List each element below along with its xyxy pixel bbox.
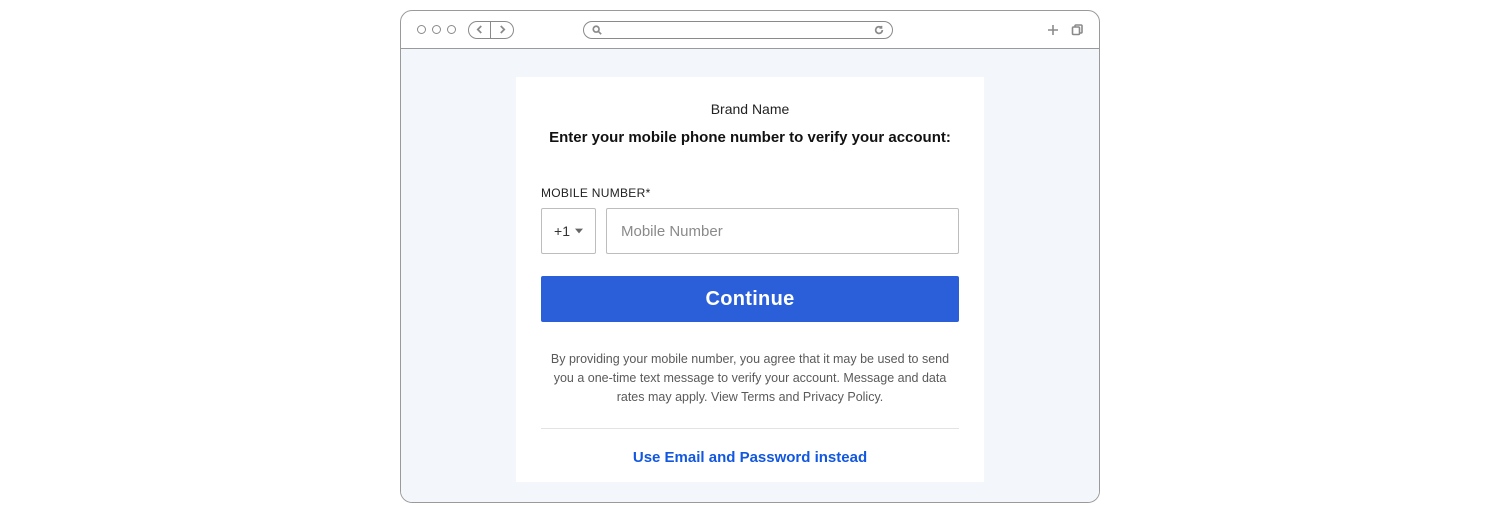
country-code-value: +1 (554, 223, 570, 239)
country-code-select[interactable]: +1 (541, 208, 596, 254)
brand-name: Brand Name (516, 101, 984, 117)
browser-chrome (401, 11, 1099, 49)
viewport: Brand Name Enter your mobile phone numbe… (401, 49, 1099, 502)
plus-icon[interactable] (1047, 24, 1059, 36)
card-heading: Enter your mobile phone number to verify… (516, 129, 984, 146)
url-bar[interactable] (583, 21, 893, 39)
continue-button[interactable]: Continue (541, 276, 959, 322)
divider (541, 428, 959, 429)
window-maximize-icon[interactable] (447, 25, 456, 34)
mobile-number-label: MOBILE NUMBER* (541, 186, 959, 200)
traffic-lights (417, 25, 456, 34)
legal-text: By providing your mobile number, you agr… (516, 350, 984, 428)
browser-window: Brand Name Enter your mobile phone numbe… (400, 10, 1100, 503)
nav-forward-button[interactable] (491, 22, 513, 38)
verify-card: Brand Name Enter your mobile phone numbe… (516, 77, 984, 482)
phone-form: MOBILE NUMBER* +1 Continue (516, 186, 984, 350)
refresh-icon[interactable] (874, 25, 884, 35)
chrome-right-controls (1047, 24, 1083, 36)
window-close-icon[interactable] (417, 25, 426, 34)
chevron-left-icon (476, 25, 483, 34)
use-email-password-link[interactable]: Use Email and Password instead (516, 449, 984, 466)
nav-buttons (468, 21, 514, 39)
mobile-number-input[interactable] (606, 208, 959, 254)
phone-row: +1 (541, 208, 959, 254)
chevron-down-icon (575, 228, 583, 234)
nav-back-button[interactable] (469, 22, 491, 38)
window-minimize-icon[interactable] (432, 25, 441, 34)
search-icon (592, 25, 602, 35)
copy-icon[interactable] (1071, 24, 1083, 36)
chevron-right-icon (499, 25, 506, 34)
